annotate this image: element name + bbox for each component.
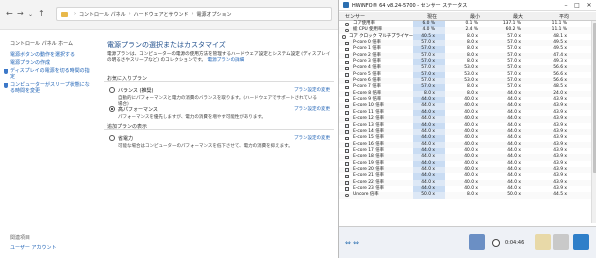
sensor-square-icon (345, 111, 349, 115)
sensor-clock-icon (345, 28, 349, 33)
sensor-square-icon (345, 174, 349, 179)
clock-icon (492, 239, 500, 247)
page-description: 電源プランは、コンピューターの電源の使用方法を管理するハードウェア設定とシステム… (107, 52, 333, 64)
high-performance-plan-desc: パフォーマンスを優先しますが、電力の消費を増やす可能性があります。 (118, 115, 266, 120)
forward-arrow-icon[interactable]: → (17, 9, 24, 19)
sensor-square-icon (345, 73, 349, 77)
sensor-square-icon (345, 60, 349, 65)
back-arrow-icon[interactable]: ← (6, 9, 13, 19)
sensor-cur-value: 50.0 x (421, 192, 435, 198)
power-button-link[interactable]: 電源ボタンの動作を選択する (10, 52, 96, 58)
report-icon[interactable] (535, 234, 551, 250)
preferred-plans-divider (104, 81, 334, 82)
sensor-square-icon (345, 98, 349, 103)
main-pane: 電源プランの選択またはカスタマイズ 電源プランは、コンピューターの電源の使用方法… (98, 30, 338, 258)
sensor-name: Uncore 倍率 (353, 192, 379, 198)
col-min[interactable]: 最小 (470, 13, 480, 20)
settings-gear-icon[interactable] (553, 234, 569, 250)
col-max[interactable]: 最大 (513, 13, 523, 20)
sensor-square-icon (345, 187, 349, 191)
maximize-icon[interactable]: □ (572, 0, 582, 11)
hwinfo-logo-icon (343, 2, 349, 8)
page-title: 電源プランの選択またはカスタマイズ (107, 41, 226, 49)
col-current[interactable]: 現在 (427, 13, 437, 20)
col-sensor[interactable]: センサー (345, 13, 365, 20)
sleep-time-link[interactable]: コンピューターがスリープ状態になる時間を変更 (4, 82, 90, 94)
create-plan-link[interactable]: 電源プランの作成 (10, 60, 96, 66)
hwinfo-toolbar: ⇔ ⇔ 0:04:46 (339, 226, 596, 258)
sensor-square-icon (345, 124, 349, 128)
sensor-square-icon (345, 92, 349, 96)
shield-icon (4, 83, 8, 88)
address-bar-area: ← → ⌄ ↑ › コントロール パネル › ハードウェアとサウンド › 電源オ… (0, 0, 338, 30)
hwinfo-window: HWiNFO® 64 v8.24-5700 - センサー ステータス – □ ✕… (338, 0, 596, 258)
shield-icon (4, 69, 8, 74)
sensor-row[interactable]: Uncore 倍率 50.0 x 8.0 x 50.0 x 44.5 x (339, 192, 596, 199)
sensor-clock-icon (345, 193, 349, 198)
sensor-clock-icon (342, 35, 346, 39)
user-accounts-link[interactable]: ユーザー アカウント (10, 244, 57, 251)
elapsed-time: 0:04:46 (505, 240, 525, 246)
sleep-time-label: コンピューターがスリープ状態になる時間を変更 (10, 82, 90, 94)
hwinfo-title: HWiNFO® 64 v8.24-5700 - センサー ステータス (352, 2, 468, 9)
sensor-avg-value: 44.5 x (553, 192, 567, 198)
balanced-plan-name[interactable]: バランス (推奨) (118, 87, 153, 94)
sensor-table-header: センサー 現在 最小 最大 平均 (339, 12, 596, 21)
control-panel-window: ← → ⌄ ↑ › コントロール パネル › ハードウェアとサウンド › 電源オ… (0, 0, 338, 258)
sensor-square-icon (345, 168, 349, 172)
sensor-square-icon (345, 130, 349, 134)
close-icon[interactable]: ✕ (584, 0, 594, 11)
high-performance-plan-name[interactable]: 高パフォーマンス (118, 106, 158, 113)
power-saver-radio[interactable] (109, 135, 115, 141)
vertical-scrollbar[interactable] (591, 21, 596, 223)
breadcrumb-hardware-sound[interactable]: ハードウェアとサウンド (134, 11, 189, 18)
close-sensors-icon[interactable] (573, 234, 589, 250)
additional-plans-divider (104, 129, 334, 130)
sensor-square-icon (345, 162, 349, 166)
display-off-link[interactable]: ディスプレイの電源を切る時間の指定 (4, 68, 90, 80)
power-saver-plan-desc: 可能な場合はコンピューターのパフォーマンスを低下させて、電力の消費を抑えます。 (118, 144, 293, 149)
breadcrumb-control-panel[interactable]: コントロール パネル (79, 11, 126, 18)
left-pane: コントロール パネル ホーム 電源ボタンの動作を選択する 電源プランの作成 ディ… (0, 30, 98, 258)
power-saver-change-link[interactable]: プラン設定の変更 (294, 135, 330, 141)
sensor-square-icon (345, 54, 349, 58)
balanced-radio[interactable] (109, 87, 115, 93)
high-performance-radio[interactable] (109, 106, 115, 112)
recent-chevron-icon[interactable]: ⌄ (28, 10, 33, 20)
sensor-square-icon (345, 104, 349, 109)
address-bar[interactable]: › コントロール パネル › ハードウェアとサウンド › 電源オプション (56, 7, 332, 21)
sensor-square-icon (345, 79, 349, 84)
sensor-square-icon (345, 117, 349, 122)
sensor-square-icon (345, 143, 349, 147)
nav-arrows-icon[interactable]: ⇔ ⇔ (345, 239, 359, 247)
sensor-square-icon (345, 149, 349, 153)
display-off-label: ディスプレイの電源を切る時間の指定 (10, 68, 90, 80)
sensor-square-icon (345, 41, 349, 46)
sensor-square-icon (345, 47, 349, 52)
sensor-clock-icon (345, 22, 349, 26)
sensor-table-body: コア使用率 6.0 % 0.1 % 137.1 % 11.1 % 総 CPU 使用率 4.0… (339, 21, 596, 199)
sensor-square-icon (345, 181, 349, 185)
col-avg[interactable]: 平均 (559, 13, 569, 20)
up-arrow-icon[interactable]: ↑ (38, 9, 45, 19)
sensor-square-icon (345, 155, 349, 160)
sensor-square-icon (345, 85, 349, 90)
minimize-icon[interactable]: – (561, 0, 571, 11)
network-icon[interactable] (469, 234, 485, 250)
high-performance-change-link[interactable]: プラン設定の変更 (294, 106, 330, 112)
breadcrumb-power-options[interactable]: 電源オプション (197, 11, 232, 18)
sensor-max-value: 50.0 x (507, 192, 521, 198)
sensor-square-icon (345, 136, 349, 141)
see-also-label: 関連項目 (10, 235, 31, 241)
power-saver-plan-name[interactable]: 省電力 (118, 135, 133, 142)
sensor-min-value: 8.0 x (467, 192, 478, 198)
balanced-change-link[interactable]: プラン設定の変更 (294, 87, 330, 93)
control-panel-home-link[interactable]: コントロール パネル ホーム (10, 40, 73, 47)
hwinfo-title-bar: HWiNFO® 64 v8.24-5700 - センサー ステータス – □ ✕ (339, 0, 596, 11)
plan-details-link[interactable]: 電源プランの詳細 (207, 58, 244, 63)
sensor-square-icon (345, 66, 349, 71)
folder-icon (61, 11, 68, 17)
